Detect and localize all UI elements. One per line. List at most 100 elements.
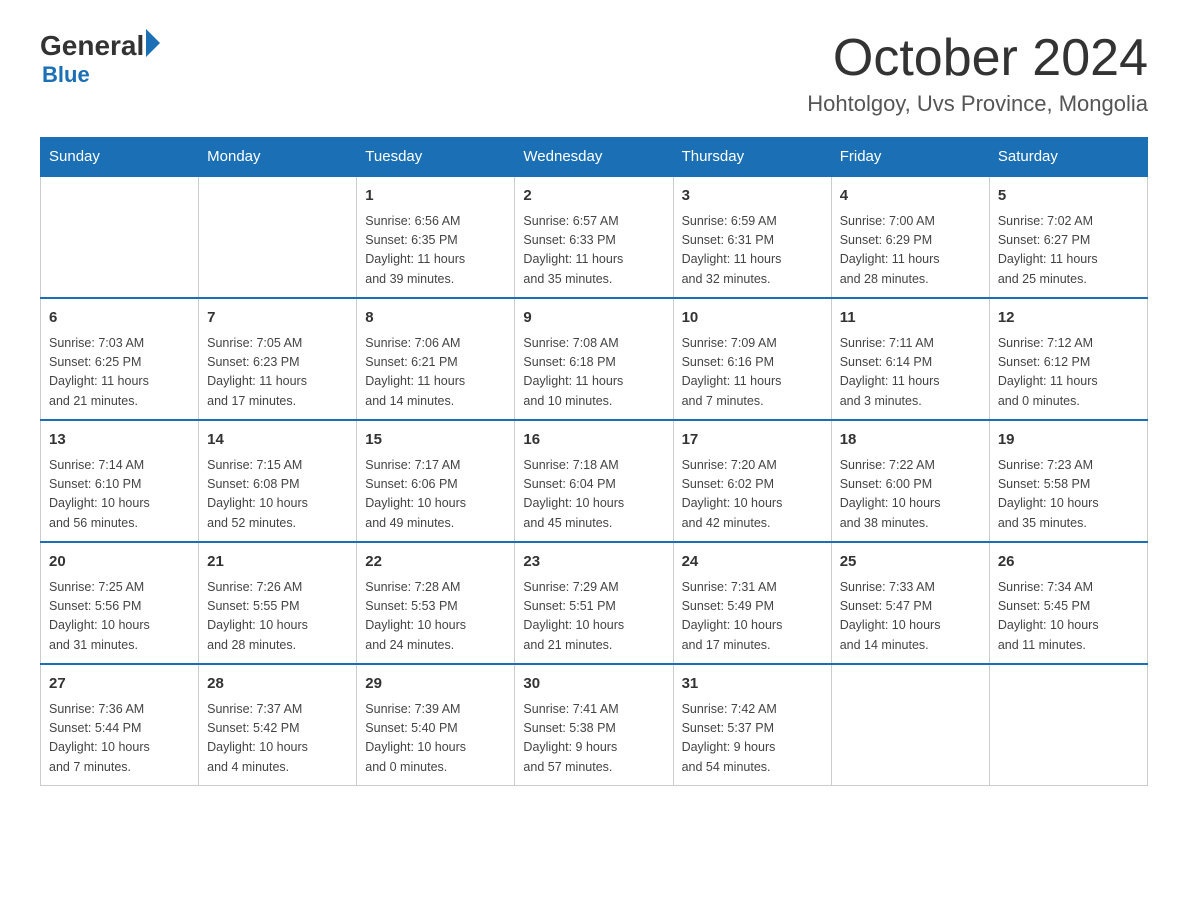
calendar-table: SundayMondayTuesdayWednesdayThursdayFrid… (40, 137, 1148, 786)
calendar-cell: 22 Sunrise: 7:28 AM Sunset: 5:53 PM Dayli… (357, 542, 515, 664)
day-info: Sunrise: 7:05 AM Sunset: 6:23 PM Dayligh… (207, 334, 348, 412)
logo-general-text: General (40, 30, 144, 62)
calendar-week-row: 13 Sunrise: 7:14 AM Sunset: 6:10 PM Dayli… (41, 420, 1148, 542)
location-subtitle: Hohtolgoy, Uvs Province, Mongolia (807, 91, 1148, 117)
calendar-cell: 23 Sunrise: 7:29 AM Sunset: 5:51 PM Dayli… (515, 542, 673, 664)
calendar-cell (831, 664, 989, 786)
calendar-cell: 31 Sunrise: 7:42 AM Sunset: 5:37 PM Dayli… (673, 664, 831, 786)
calendar-cell: 2 Sunrise: 6:57 AM Sunset: 6:33 PM Daylig… (515, 176, 673, 298)
calendar-cell (41, 176, 199, 298)
day-number: 26 (998, 551, 1139, 574)
day-info: Sunrise: 7:28 AM Sunset: 5:53 PM Dayligh… (365, 578, 506, 656)
calendar-cell: 27 Sunrise: 7:36 AM Sunset: 5:44 PM Dayli… (41, 664, 199, 786)
day-number: 22 (365, 551, 506, 574)
day-number: 27 (49, 673, 190, 696)
day-number: 14 (207, 429, 348, 452)
month-title: October 2024 (807, 30, 1148, 87)
calendar-cell: 16 Sunrise: 7:18 AM Sunset: 6:04 PM Dayli… (515, 420, 673, 542)
day-info: Sunrise: 7:11 AM Sunset: 6:14 PM Dayligh… (840, 334, 981, 412)
calendar-cell: 10 Sunrise: 7:09 AM Sunset: 6:16 PM Dayli… (673, 298, 831, 420)
day-info: Sunrise: 7:20 AM Sunset: 6:02 PM Dayligh… (682, 456, 823, 534)
day-number: 12 (998, 307, 1139, 330)
day-info: Sunrise: 6:56 AM Sunset: 6:35 PM Dayligh… (365, 212, 506, 290)
calendar-cell: 5 Sunrise: 7:02 AM Sunset: 6:27 PM Daylig… (989, 176, 1147, 298)
day-info: Sunrise: 7:12 AM Sunset: 6:12 PM Dayligh… (998, 334, 1139, 412)
calendar-week-row: 6 Sunrise: 7:03 AM Sunset: 6:25 PM Daylig… (41, 298, 1148, 420)
day-number: 5 (998, 185, 1139, 208)
calendar-cell: 8 Sunrise: 7:06 AM Sunset: 6:21 PM Daylig… (357, 298, 515, 420)
calendar-week-row: 27 Sunrise: 7:36 AM Sunset: 5:44 PM Dayli… (41, 664, 1148, 786)
day-info: Sunrise: 7:22 AM Sunset: 6:00 PM Dayligh… (840, 456, 981, 534)
day-number: 28 (207, 673, 348, 696)
day-number: 16 (523, 429, 664, 452)
day-info: Sunrise: 6:59 AM Sunset: 6:31 PM Dayligh… (682, 212, 823, 290)
calendar-cell: 18 Sunrise: 7:22 AM Sunset: 6:00 PM Dayli… (831, 420, 989, 542)
day-number: 6 (49, 307, 190, 330)
day-number: 31 (682, 673, 823, 696)
calendar-cell: 26 Sunrise: 7:34 AM Sunset: 5:45 PM Dayli… (989, 542, 1147, 664)
day-number: 9 (523, 307, 664, 330)
day-number: 20 (49, 551, 190, 574)
day-number: 13 (49, 429, 190, 452)
col-header-wednesday: Wednesday (515, 138, 673, 177)
calendar-cell: 28Sunrise: 7:37 AM Sunset: 5:42 PM Dayli… (199, 664, 357, 786)
col-header-tuesday: Tuesday (357, 138, 515, 177)
col-header-saturday: Saturday (989, 138, 1147, 177)
calendar-cell: 20 Sunrise: 7:25 AM Sunset: 5:56 PM Dayli… (41, 542, 199, 664)
calendar-week-row: 1 Sunrise: 6:56 AM Sunset: 6:35 PM Daylig… (41, 176, 1148, 298)
calendar-cell: 24Sunrise: 7:31 AM Sunset: 5:49 PM Dayli… (673, 542, 831, 664)
day-info: Sunrise: 6:57 AM Sunset: 6:33 PM Dayligh… (523, 212, 664, 290)
day-number: 19 (998, 429, 1139, 452)
calendar-cell: 25Sunrise: 7:33 AM Sunset: 5:47 PM Dayli… (831, 542, 989, 664)
page-header: General Blue October 2024 Hohtolgoy, Uvs… (40, 30, 1148, 117)
day-number: 2 (523, 185, 664, 208)
calendar-cell: 12 Sunrise: 7:12 AM Sunset: 6:12 PM Dayli… (989, 298, 1147, 420)
day-info: Sunrise: 7:08 AM Sunset: 6:18 PM Dayligh… (523, 334, 664, 412)
calendar-cell: 13 Sunrise: 7:14 AM Sunset: 6:10 PM Dayli… (41, 420, 199, 542)
calendar-cell: 21Sunrise: 7:26 AM Sunset: 5:55 PM Dayli… (199, 542, 357, 664)
day-number: 18 (840, 429, 981, 452)
day-info: Sunrise: 7:18 AM Sunset: 6:04 PM Dayligh… (523, 456, 664, 534)
logo: General Blue (40, 30, 160, 88)
day-number: 4 (840, 185, 981, 208)
day-number: 10 (682, 307, 823, 330)
day-info: Sunrise: 7:25 AM Sunset: 5:56 PM Dayligh… (49, 578, 190, 656)
day-number: 7 (207, 307, 348, 330)
calendar-cell: 14Sunrise: 7:15 AM Sunset: 6:08 PM Dayli… (199, 420, 357, 542)
calendar-cell: 19 Sunrise: 7:23 AM Sunset: 5:58 PM Dayli… (989, 420, 1147, 542)
day-info: Sunrise: 7:17 AM Sunset: 6:06 PM Dayligh… (365, 456, 506, 534)
day-info: Sunrise: 7:14 AM Sunset: 6:10 PM Dayligh… (49, 456, 190, 534)
day-number: 29 (365, 673, 506, 696)
col-header-sunday: Sunday (41, 138, 199, 177)
calendar-cell: 1 Sunrise: 6:56 AM Sunset: 6:35 PM Daylig… (357, 176, 515, 298)
calendar-cell (199, 176, 357, 298)
day-info: Sunrise: 7:03 AM Sunset: 6:25 PM Dayligh… (49, 334, 190, 412)
day-info: Sunrise: 7:31 AM Sunset: 5:49 PM Dayligh… (682, 578, 823, 656)
day-number: 15 (365, 429, 506, 452)
day-info: Sunrise: 7:09 AM Sunset: 6:16 PM Dayligh… (682, 334, 823, 412)
day-info: Sunrise: 7:02 AM Sunset: 6:27 PM Dayligh… (998, 212, 1139, 290)
calendar-cell: 4Sunrise: 7:00 AM Sunset: 6:29 PM Daylig… (831, 176, 989, 298)
day-number: 1 (365, 185, 506, 208)
calendar-header-row: SundayMondayTuesdayWednesdayThursdayFrid… (41, 138, 1148, 177)
day-number: 11 (840, 307, 981, 330)
logo-blue-text: Blue (42, 62, 160, 88)
day-number: 25 (840, 551, 981, 574)
calendar-cell: 29 Sunrise: 7:39 AM Sunset: 5:40 PM Dayli… (357, 664, 515, 786)
day-info: Sunrise: 7:42 AM Sunset: 5:37 PM Dayligh… (682, 700, 823, 778)
day-info: Sunrise: 7:23 AM Sunset: 5:58 PM Dayligh… (998, 456, 1139, 534)
calendar-cell: 17Sunrise: 7:20 AM Sunset: 6:02 PM Dayli… (673, 420, 831, 542)
day-info: Sunrise: 7:34 AM Sunset: 5:45 PM Dayligh… (998, 578, 1139, 656)
calendar-cell: 9 Sunrise: 7:08 AM Sunset: 6:18 PM Daylig… (515, 298, 673, 420)
day-info: Sunrise: 7:06 AM Sunset: 6:21 PM Dayligh… (365, 334, 506, 412)
day-number: 21 (207, 551, 348, 574)
day-info: Sunrise: 7:36 AM Sunset: 5:44 PM Dayligh… (49, 700, 190, 778)
calendar-cell: 30Sunrise: 7:41 AM Sunset: 5:38 PM Dayli… (515, 664, 673, 786)
calendar-cell: 7 Sunrise: 7:05 AM Sunset: 6:23 PM Daylig… (199, 298, 357, 420)
col-header-friday: Friday (831, 138, 989, 177)
day-info: Sunrise: 7:39 AM Sunset: 5:40 PM Dayligh… (365, 700, 506, 778)
day-info: Sunrise: 7:29 AM Sunset: 5:51 PM Dayligh… (523, 578, 664, 656)
day-number: 8 (365, 307, 506, 330)
day-number: 23 (523, 551, 664, 574)
calendar-cell: 15 Sunrise: 7:17 AM Sunset: 6:06 PM Dayli… (357, 420, 515, 542)
